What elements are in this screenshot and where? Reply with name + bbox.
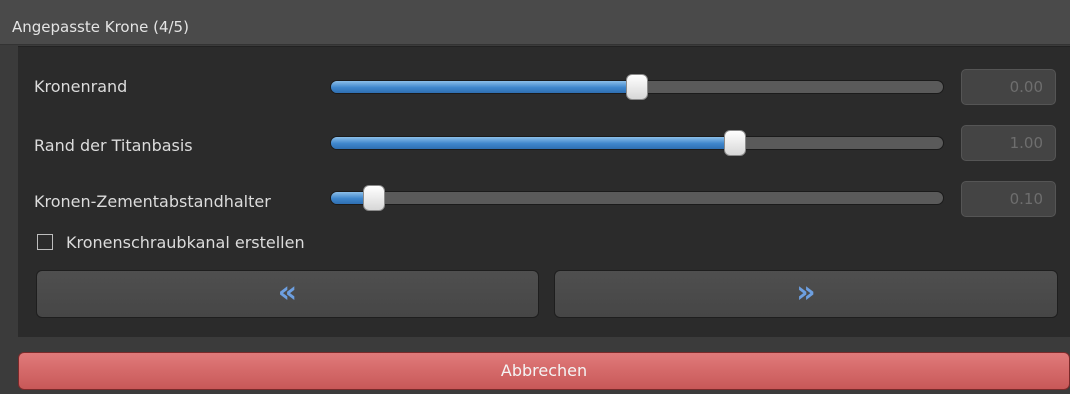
slider-fill xyxy=(331,137,735,149)
double-chevron-right-icon: » xyxy=(796,275,816,310)
screw-channel-label[interactable]: Kronenschraubkanal erstellen xyxy=(66,233,305,252)
back-button[interactable]: « xyxy=(36,270,539,318)
double-chevron-left-icon: « xyxy=(277,275,298,310)
screw-channel-checkbox[interactable] xyxy=(37,234,53,250)
titanium-base-margin-value[interactable]: 1.00 xyxy=(961,125,1056,161)
titanium-base-margin-slider[interactable] xyxy=(330,130,944,156)
cement-spacer-slider[interactable] xyxy=(330,185,944,211)
next-button[interactable]: » xyxy=(554,270,1058,318)
dialog-header: Angepasste Krone (4/5) xyxy=(0,0,1070,45)
slider-label-crown-margin: Kronenrand xyxy=(34,77,128,96)
crown-margin-value[interactable]: 0.00 xyxy=(961,69,1056,105)
cancel-button[interactable]: Abbrechen xyxy=(18,352,1070,390)
crown-dialog: Angepasste Krone (4/5) Kronenrand 0.00 R… xyxy=(0,0,1070,394)
crown-margin-slider[interactable] xyxy=(330,74,944,100)
cement-spacer-value[interactable]: 0.10 xyxy=(961,181,1056,217)
slider-handle[interactable] xyxy=(362,185,385,211)
dialog-title: Angepasste Krone (4/5) xyxy=(12,18,189,36)
slider-fill xyxy=(331,81,637,93)
slider-handle[interactable] xyxy=(626,74,648,100)
slider-handle[interactable] xyxy=(723,130,746,156)
slider-label-titanium-base-margin: Rand der Titanbasis xyxy=(34,136,193,155)
slider-label-cement-spacer: Kronen-Zementabstandhalter xyxy=(34,192,271,211)
